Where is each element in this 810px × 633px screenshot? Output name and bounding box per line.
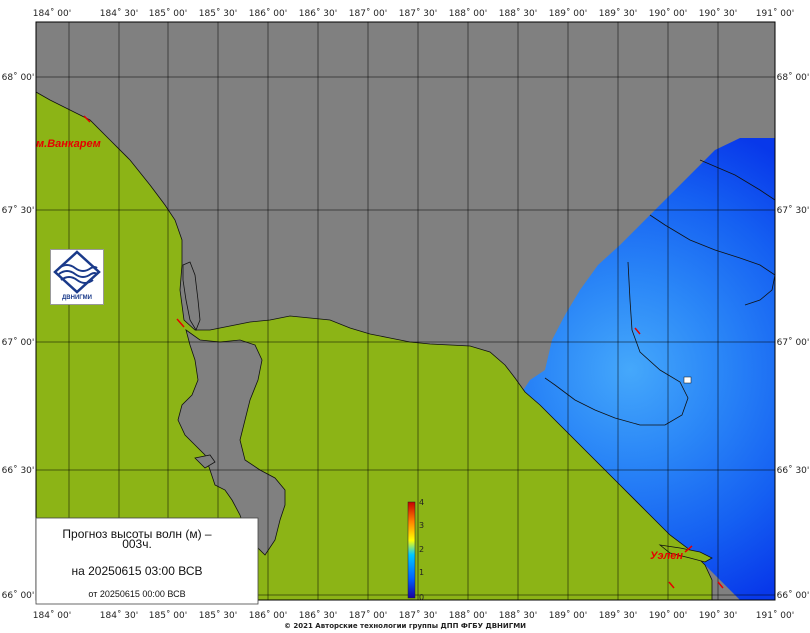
- left-tick-label: 67˚ 00': [2, 337, 35, 348]
- copyright-text: © 2021 Авторские технологии группы ДПП Ф…: [284, 622, 526, 630]
- top-tick-label: 186˚ 00': [249, 8, 287, 19]
- top-tick-label: 189˚ 00': [549, 8, 587, 19]
- bottom-tick-label: 189˚ 30': [599, 610, 637, 621]
- top-tick-label: 187˚ 00': [349, 8, 387, 19]
- title-panel: Прогноз высоты волн (м) – 003ч. на 20250…: [35, 517, 259, 605]
- top-tick-label: 185˚ 30': [199, 8, 237, 19]
- wave-forecast-map: 184˚ 00' 184˚ 30' 185˚ 00' 185˚ 30' 186˚…: [2, 8, 810, 630]
- place-label-uelen: Уэлен: [650, 550, 683, 562]
- top-tick-label: 190˚ 30': [699, 8, 737, 19]
- bottom-tick-label: 186˚ 00': [249, 610, 287, 621]
- bottom-tick-label: 187˚ 00': [349, 610, 387, 621]
- bottom-tick-label: 187˚ 30': [399, 610, 437, 621]
- bottom-tick-label: 189˚ 00': [549, 610, 587, 621]
- top-tick-label: 187˚ 30': [399, 8, 437, 19]
- contour-label: [683, 376, 692, 384]
- top-axis: 184˚ 00' 184˚ 30' 185˚ 00' 185˚ 30' 186˚…: [33, 8, 794, 19]
- top-tick-label: 188˚ 30': [499, 8, 537, 19]
- bottom-tick-label: 184˚ 30': [100, 610, 138, 621]
- bottom-tick-label: 188˚ 00': [449, 610, 487, 621]
- colorbar-tick-label: 0: [419, 593, 424, 602]
- colorbar-tick-label: 2: [419, 545, 424, 554]
- right-tick-label: 66˚ 00': [777, 590, 810, 601]
- left-tick-label: 66˚ 30': [2, 465, 35, 476]
- colorbar-tick-label: 4: [419, 498, 424, 507]
- bottom-tick-label: 191˚ 00': [756, 610, 794, 621]
- bottom-tick-label: 185˚ 00': [149, 610, 187, 621]
- top-tick-label: 184˚ 30': [100, 8, 138, 19]
- bottom-tick-label: 186˚ 30': [299, 610, 337, 621]
- top-tick-label: 185˚ 00': [149, 8, 187, 19]
- top-tick-label: 186˚ 30': [299, 8, 337, 19]
- logo-text: ДВНИГМИ: [62, 295, 92, 301]
- bottom-tick-label: 188˚ 30': [499, 610, 537, 621]
- right-tick-label: 67˚ 30': [777, 205, 810, 216]
- title-line-2: 003ч.: [122, 537, 152, 551]
- left-tick-label: 67˚ 30': [2, 205, 35, 216]
- right-axis: 68˚ 00' 67˚ 30' 67˚ 00' 66˚ 30' 66˚ 00': [777, 72, 810, 601]
- left-axis: 68˚ 00' 67˚ 30' 67˚ 00' 66˚ 30' 66˚ 00': [2, 72, 35, 601]
- colorbar-tick-label: 3: [419, 521, 424, 530]
- bottom-tick-label: 185˚ 30': [199, 610, 237, 621]
- bottom-tick-label: 190˚ 00': [649, 610, 687, 621]
- top-tick-label: 184˚ 00': [33, 8, 71, 19]
- right-tick-label: 67˚ 00': [777, 337, 810, 348]
- dvnigmi-logo: ДВНИГМИ: [50, 249, 104, 305]
- top-tick-label: 188˚ 00': [449, 8, 487, 19]
- top-tick-label: 189˚ 30': [599, 8, 637, 19]
- left-tick-label: 66˚ 00': [2, 590, 35, 601]
- bottom-axis: 184˚ 00' 184˚ 30' 185˚ 00' 185˚ 30' 186˚…: [33, 610, 794, 621]
- bottom-tick-label: 190˚ 30': [699, 610, 737, 621]
- top-tick-label: 191˚ 00': [756, 8, 794, 19]
- left-tick-label: 68˚ 00': [2, 72, 35, 83]
- right-tick-label: 68˚ 00': [777, 72, 810, 83]
- colorbar-gradient: [407, 501, 416, 599]
- bottom-tick-label: 184˚ 00': [33, 610, 71, 621]
- title-line-3: на 20250615 03:00 ВСВ: [72, 564, 203, 578]
- place-label-vankarem: м.Ванкарем: [36, 138, 101, 150]
- logo-wave-icon: [53, 250, 101, 294]
- top-tick-label: 190˚ 00': [649, 8, 687, 19]
- colorbar-tick-label: 1: [419, 568, 424, 577]
- right-tick-label: 66˚ 30': [777, 465, 810, 476]
- title-line-4: от 20250615 00:00 ВСВ: [88, 589, 185, 599]
